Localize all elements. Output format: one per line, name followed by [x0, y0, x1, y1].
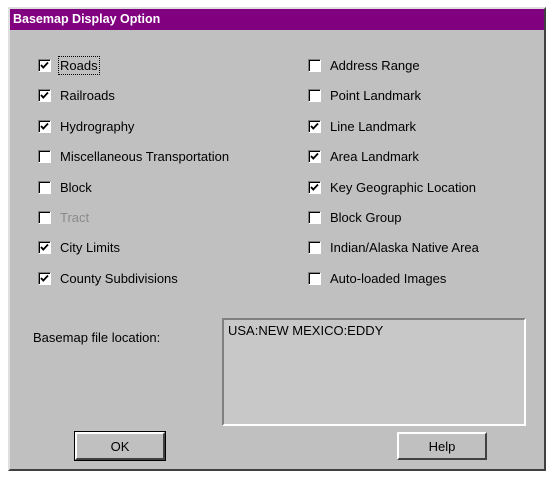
option-label: Hydrography	[60, 118, 135, 134]
checkmark-icon	[310, 122, 319, 130]
option-label: Indian/Alaska Native Area	[330, 239, 479, 255]
option-address-range[interactable]: Address Range	[308, 57, 420, 73]
option-label: Area Landmark	[330, 148, 419, 164]
checkbox[interactable]	[38, 58, 51, 72]
basemap-location-field[interactable]: USA:NEW MEXICO:EDDY	[222, 318, 526, 426]
basemap-location-label: Basemap file location:	[33, 330, 161, 345]
option-block-group[interactable]: Block Group	[308, 209, 402, 225]
option-county-subdivisions[interactable]: County Subdivisions	[38, 270, 178, 286]
checkmark-icon	[40, 61, 49, 69]
checkbox[interactable]	[38, 119, 51, 133]
checkbox[interactable]	[308, 271, 321, 285]
checkbox[interactable]	[308, 58, 321, 72]
checkbox[interactable]	[38, 149, 51, 163]
basemap-display-dialog: Basemap Display Option Roads Railroads Hyd…	[8, 7, 546, 471]
option-label: Address Range	[330, 57, 420, 73]
option-city-limits[interactable]: City Limits	[38, 239, 120, 255]
option-label: Line Landmark	[330, 118, 416, 134]
option-label: County Subdivisions	[60, 270, 178, 286]
help-button[interactable]: Help	[397, 432, 487, 460]
option-label: Roads	[58, 55, 100, 75]
checkbox[interactable]	[308, 149, 321, 163]
option-label: Point Landmark	[330, 87, 422, 103]
checkmark-icon	[40, 122, 49, 130]
option-tract: Tract	[38, 209, 89, 225]
option-auto-loaded-images[interactable]: Auto-loaded Images	[308, 270, 446, 286]
checkbox	[38, 210, 51, 224]
checkbox[interactable]	[38, 271, 51, 285]
dialog-title: Basemap Display Option	[10, 9, 544, 30]
option-label: Railroads	[60, 87, 115, 103]
checkbox[interactable]	[38, 180, 51, 194]
option-label: Key Geographic Location	[330, 179, 476, 195]
option-block[interactable]: Block	[38, 179, 92, 195]
checkmark-icon	[310, 183, 319, 191]
option-label: Tract	[60, 209, 90, 225]
option-label: Miscellaneous Transportation	[60, 148, 230, 164]
checkbox[interactable]	[308, 210, 321, 224]
option-point-landmark[interactable]: Point Landmark	[308, 87, 421, 103]
checkmark-icon	[310, 152, 319, 160]
option-roads[interactable]: Roads	[38, 55, 100, 75]
option-area-landmark[interactable]: Area Landmark	[308, 148, 419, 164]
option-label: Block	[60, 179, 92, 195]
checkbox[interactable]	[308, 180, 321, 194]
checkbox[interactable]	[38, 88, 51, 102]
option-key-geographic-location[interactable]: Key Geographic Location	[308, 179, 476, 195]
option-hydrography[interactable]: Hydrography	[38, 118, 134, 134]
option-line-landmark[interactable]: Line Landmark	[308, 118, 416, 134]
checkbox[interactable]	[308, 240, 321, 254]
ok-button[interactable]: OK	[74, 431, 166, 461]
checkbox[interactable]	[308, 119, 321, 133]
option-indian-alaska-native-area[interactable]: Indian/Alaska Native Area	[308, 239, 479, 255]
checkbox[interactable]	[308, 88, 321, 102]
checkmark-icon	[40, 91, 49, 99]
checkmark-icon	[40, 274, 49, 282]
option-miscellaneous-transportation[interactable]: Miscellaneous Transportation	[38, 148, 229, 164]
option-label: Auto-loaded Images	[330, 270, 447, 286]
option-railroads[interactable]: Railroads	[38, 87, 115, 103]
checkmark-icon	[40, 243, 49, 251]
option-label: City Limits	[60, 239, 120, 255]
checkbox[interactable]	[38, 240, 51, 254]
option-label: Block Group	[330, 209, 402, 225]
